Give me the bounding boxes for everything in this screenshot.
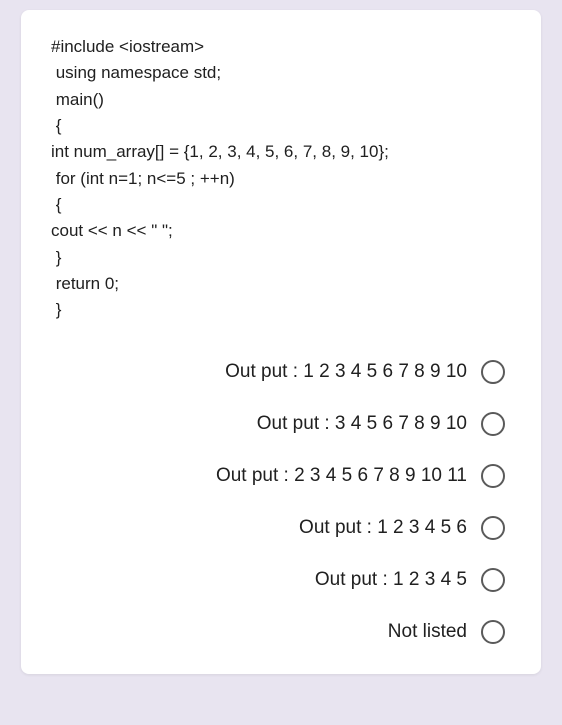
option-item[interactable]: Out put : 1 2 3 4 5 6 7 8 9 10: [225, 360, 505, 384]
option-item[interactable]: Out put : 2 3 4 5 6 7 8 9 10 11: [216, 464, 505, 488]
option-item[interactable]: Out put : 3 4 5 6 7 8 9 10: [257, 412, 505, 436]
code-line: {: [51, 195, 61, 214]
option-item[interactable]: Out put : 1 2 3 4 5: [315, 568, 505, 592]
options-list: Out put : 1 2 3 4 5 6 7 8 9 10 Out put :…: [51, 360, 511, 644]
radio-icon[interactable]: [481, 620, 505, 644]
code-block: #include <iostream> using namespace std;…: [51, 34, 511, 324]
code-line: int num_array[] = {1, 2, 3, 4, 5, 6, 7, …: [51, 142, 389, 161]
option-item[interactable]: Out put : 1 2 3 4 5 6: [299, 516, 505, 540]
code-line: for (int n=1; n<=5 ; ++n): [51, 169, 235, 188]
option-label: Out put : 1 2 3 4 5 6 7 8 9 10: [225, 361, 467, 383]
radio-icon[interactable]: [481, 568, 505, 592]
code-line: return 0;: [51, 274, 119, 293]
option-label: Out put : 1 2 3 4 5 6: [299, 517, 467, 539]
option-label: Out put : 1 2 3 4 5: [315, 569, 467, 591]
option-label: Out put : 3 4 5 6 7 8 9 10: [257, 413, 467, 435]
code-line: }: [51, 300, 61, 319]
question-card: #include <iostream> using namespace std;…: [21, 10, 541, 674]
radio-icon[interactable]: [481, 412, 505, 436]
code-line: #include <iostream>: [51, 37, 204, 56]
option-label: Not listed: [388, 621, 467, 643]
radio-icon[interactable]: [481, 360, 505, 384]
code-line: }: [51, 248, 61, 267]
code-line: {: [51, 116, 61, 135]
code-line: using namespace std;: [51, 63, 221, 82]
code-line: cout << n << " ";: [51, 221, 173, 240]
code-line: main(): [51, 90, 104, 109]
radio-icon[interactable]: [481, 464, 505, 488]
radio-icon[interactable]: [481, 516, 505, 540]
option-item[interactable]: Not listed: [388, 620, 505, 644]
option-label: Out put : 2 3 4 5 6 7 8 9 10 11: [216, 465, 467, 487]
